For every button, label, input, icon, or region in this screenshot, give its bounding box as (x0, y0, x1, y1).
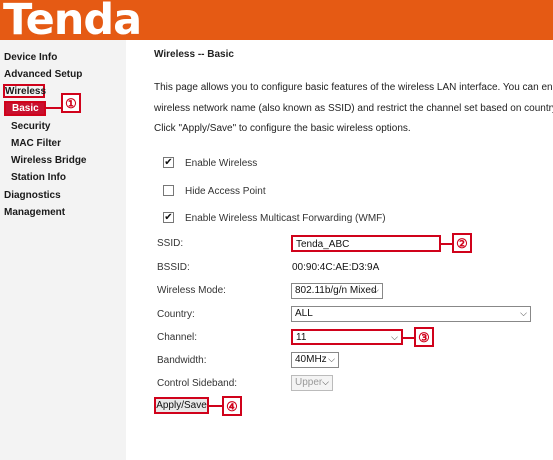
enable-wmf-checkbox[interactable]: ✔ (163, 212, 174, 223)
header-bar: Tenda (0, 0, 553, 45)
description-line-3: Click "Apply/Save" to configure the basi… (154, 123, 411, 134)
checkmark-icon: ✔ (164, 212, 173, 223)
wireless-mode-label: Wireless Mode: (157, 285, 226, 296)
channel-label: Channel: (157, 332, 198, 343)
ssid-label: SSID: (157, 238, 184, 249)
sidebar-item-station-info[interactable]: Station Info (11, 172, 66, 183)
callout-4-leader (209, 405, 223, 407)
control-sideband-select: Upper ⌵ (291, 375, 333, 391)
sidebar-item-management[interactable]: Management (4, 207, 65, 218)
control-sideband-value: Upper (295, 377, 323, 388)
callout-2-badge: ② (452, 233, 472, 253)
bandwidth-select[interactable]: 40MHz ⌵ (291, 352, 339, 368)
description-line-2: wireless network name (also known as SSI… (154, 103, 553, 114)
bssid-label: BSSID: (157, 262, 190, 273)
bandwidth-value: 40MHz (295, 354, 327, 365)
sidebar-item-wireless-bridge[interactable]: Wireless Bridge (11, 155, 87, 166)
chevron-down-icon: ⌵ (322, 377, 329, 387)
callout-4-badge: ④ (222, 396, 242, 416)
sidebar-item-basic-label: Basic (12, 103, 39, 114)
enable-wireless-label: Enable Wireless (185, 158, 258, 169)
apply-save-button[interactable]: Apply/Save (154, 397, 209, 414)
enable-wmf-label: Enable Wireless Multicast Forwarding (WM… (185, 213, 386, 224)
chevron-down-icon: ⌵ (328, 354, 335, 364)
control-sideband-label: Control Sideband: (157, 378, 238, 389)
sidebar-item-advanced-setup[interactable]: Advanced Setup (4, 69, 82, 80)
channel-select[interactable]: 11 ⌵ (291, 329, 403, 345)
chevron-down-icon: ⌵ (372, 285, 379, 295)
country-select[interactable]: ALL ⌵ (291, 306, 531, 322)
hide-access-point-label: Hide Access Point (185, 186, 266, 197)
callout-1-badge: ① (61, 93, 81, 113)
sidebar-item-mac-filter[interactable]: MAC Filter (11, 138, 61, 149)
callout-1-leader (46, 107, 62, 109)
sidebar-item-basic[interactable]: Basic (4, 101, 46, 116)
channel-value: 11 (296, 332, 307, 343)
hide-access-point-checkbox[interactable] (163, 185, 174, 196)
ssid-input[interactable]: Tenda_ABC (291, 235, 441, 252)
sidebar: Device Info Advanced Setup Wireless Basi… (0, 40, 126, 460)
bandwidth-label: Bandwidth: (157, 355, 207, 366)
chevron-down-icon: ⌵ (520, 308, 527, 318)
wireless-mode-value: 802.11b/g/n Mixed (295, 285, 377, 296)
sidebar-item-security[interactable]: Security (11, 121, 50, 132)
country-label: Country: (157, 309, 195, 320)
callout-3-badge: ③ (414, 327, 434, 347)
main-panel: Wireless -- Basic This page allows you t… (126, 40, 553, 460)
bssid-value: 00:90:4C:AE:D3:9A (292, 262, 380, 273)
description-line-1: This page allows you to configure basic … (154, 82, 553, 93)
chevron-down-icon: ⌵ (391, 332, 398, 342)
country-value: ALL (295, 308, 313, 319)
sidebar-item-device-info[interactable]: Device Info (4, 52, 57, 63)
checkmark-icon: ✔ (164, 157, 173, 168)
sidebar-item-diagnostics[interactable]: Diagnostics (4, 190, 61, 201)
sidebar-item-wireless[interactable]: Wireless (5, 86, 46, 97)
wireless-mode-select[interactable]: 802.11b/g/n Mixed ⌵ (291, 283, 383, 299)
page-title: Wireless -- Basic (154, 49, 234, 60)
enable-wireless-checkbox[interactable]: ✔ (163, 157, 174, 168)
